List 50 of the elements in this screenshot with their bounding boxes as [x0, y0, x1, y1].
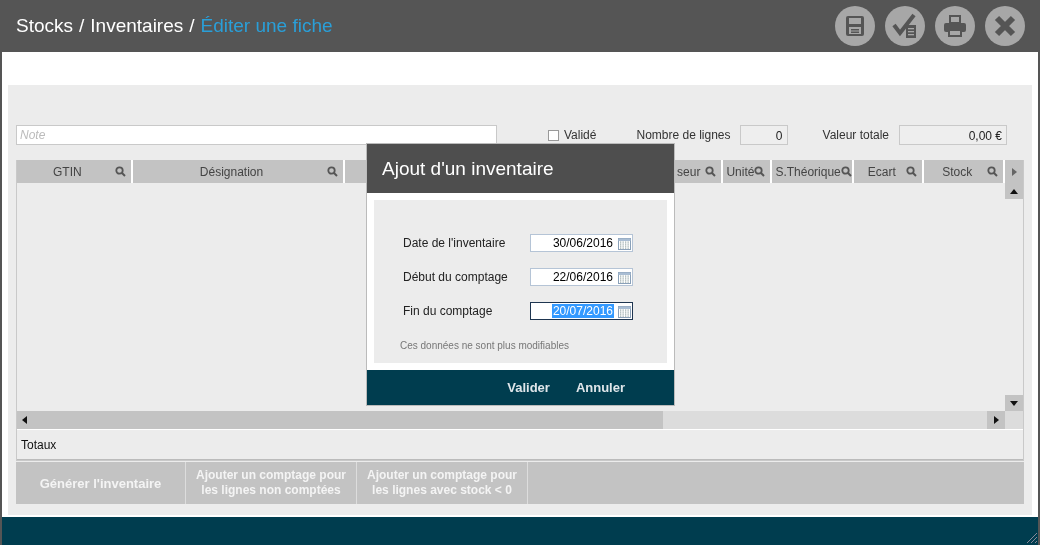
search-icon[interactable] — [114, 166, 126, 177]
check-document-icon[interactable] — [885, 6, 925, 46]
scroll-up-icon[interactable] — [1010, 188, 1018, 194]
close-icon[interactable] — [985, 6, 1025, 46]
search-icon[interactable] — [705, 166, 717, 177]
horizontal-scrollbar[interactable] — [17, 411, 1023, 429]
scroll-right-icon[interactable] — [993, 416, 999, 424]
breadcrumb-link[interactable]: Stocks — [16, 15, 74, 37]
search-icon[interactable] — [840, 166, 852, 177]
info-text: Ces données ne sont plus modifiables — [400, 340, 569, 351]
field-label: Fin du comptage — [403, 304, 494, 318]
dialog-button[interactable]: Annuler — [562, 376, 638, 399]
dialog-button[interactable]: Valider — [494, 376, 563, 399]
breadcrumb-separator: / — [79, 15, 85, 37]
column-header[interactable]: Unité — [723, 160, 771, 183]
checkbox-label: Validé — [564, 128, 597, 142]
dialog-title: Ajout d'un inventaire — [382, 157, 554, 180]
calendar-icon[interactable] — [618, 236, 631, 250]
search-icon[interactable] — [987, 166, 999, 177]
checkbox[interactable] — [548, 129, 559, 141]
field-label: Début du comptage — [403, 270, 509, 284]
resize-grip-icon[interactable] — [1025, 531, 1037, 543]
search-icon[interactable] — [754, 166, 766, 177]
date-field[interactable]: 30/06/2016 — [530, 234, 633, 252]
line-count-field: 0 — [739, 125, 788, 145]
scroll-right-button[interactable] — [1005, 160, 1023, 183]
field-label: Date de l'inventaire — [403, 236, 507, 250]
column-header[interactable]: Stock — [924, 160, 1004, 183]
search-icon[interactable] — [327, 166, 339, 177]
field-label: Valeur totale — [822, 128, 890, 142]
page-title: Éditer une fiche — [200, 15, 333, 37]
field-label: Nombre de lignes — [636, 128, 731, 142]
column-header[interactable]: S.Théorique — [772, 160, 853, 183]
search-icon[interactable] — [906, 166, 918, 177]
column-header[interactable]: Ecart — [854, 160, 923, 183]
totals-label: Totaux — [21, 437, 57, 452]
calendar-icon[interactable] — [618, 304, 631, 318]
save-icon[interactable] — [835, 6, 875, 46]
scroll-down-icon[interactable] — [1010, 400, 1018, 406]
total-value-field: 0,00 € — [899, 125, 1008, 145]
calendar-icon[interactable] — [618, 270, 631, 284]
date-field[interactable]: 22/06/2016 — [530, 268, 633, 286]
note-field[interactable]: Note — [16, 125, 497, 145]
breadcrumb-separator: / — [189, 15, 195, 37]
column-header[interactable]: GTIN — [17, 160, 131, 183]
caret-icon[interactable] — [1011, 167, 1017, 176]
breadcrumb-link[interactable]: Inventaires — [90, 15, 184, 37]
column-header[interactable]: Désignation — [132, 160, 344, 183]
scroll-left-icon[interactable] — [22, 416, 27, 424]
printer-icon[interactable] — [935, 6, 975, 46]
